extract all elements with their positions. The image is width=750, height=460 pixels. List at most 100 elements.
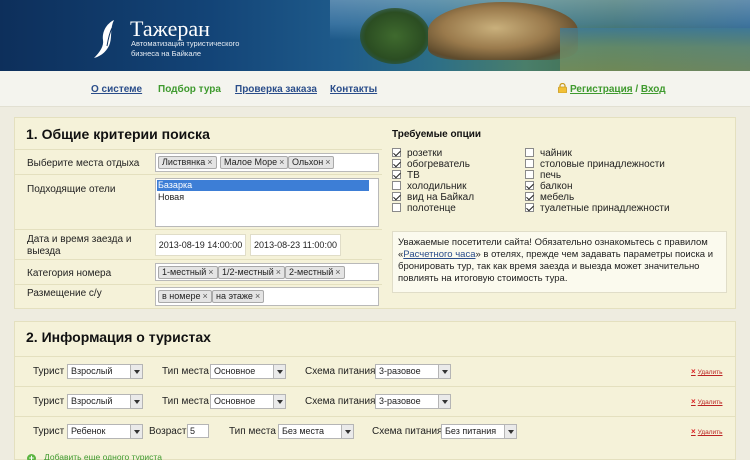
chevron-down-icon[interactable] <box>438 395 450 408</box>
tourist-row: Турист Взрослый Тип места Основное Схема… <box>15 356 735 386</box>
remove-tag-icon[interactable]: × <box>276 267 281 277</box>
places-row: Выберите места отдыха Листвянка × Малое М… <box>15 149 382 174</box>
room-tag: 2-местный × <box>285 266 345 279</box>
option-checkbox[interactable]: ТВ <box>392 170 420 181</box>
checkout-time-link[interactable]: Расчетного часа <box>403 249 475 260</box>
chevron-down-icon[interactable] <box>273 395 285 408</box>
main-nav: О системе Подбор тура Проверка заказа Ко… <box>0 71 750 107</box>
room-category-label: Категория номера <box>27 268 112 279</box>
remove-tag-icon[interactable]: × <box>325 157 330 167</box>
meal-plan-select[interactable]: 3-разовое <box>375 364 451 379</box>
checkbox-icon[interactable] <box>392 148 401 157</box>
option-checkbox[interactable]: полотенце <box>392 203 456 214</box>
checkbox-icon[interactable] <box>392 159 401 168</box>
delete-tourist-link[interactable]: × Удалить <box>691 427 723 436</box>
add-tourist-link[interactable]: + Добавить еще одного туриста <box>27 452 162 460</box>
checkbox-icon[interactable] <box>525 159 534 168</box>
option-checkbox[interactable]: вид на Байкал <box>392 192 474 203</box>
place-tag: Малое Море × <box>220 156 289 169</box>
delete-tourist-link[interactable]: × Удалить <box>691 397 723 406</box>
option-checkbox[interactable]: холодильник <box>392 181 466 192</box>
chevron-down-icon[interactable] <box>341 425 353 438</box>
nav-item-about[interactable]: О системе <box>91 84 142 95</box>
place-type-select[interactable]: Основное <box>210 364 286 379</box>
room-tag: 1-местный × <box>158 266 218 279</box>
nav-item-contacts[interactable]: Контакты <box>330 84 377 95</box>
register-link[interactable]: Регистрация <box>570 84 633 95</box>
option-checkbox[interactable]: мебель <box>525 192 574 203</box>
checkbox-icon[interactable] <box>525 148 534 157</box>
age-input[interactable]: 5 <box>187 424 209 438</box>
search-criteria-panel: 1. Общие критерии поиска Выберите места … <box>14 117 736 309</box>
place-type-select[interactable]: Без места <box>278 424 354 439</box>
room-category-row: Категория номера 1-местный × 1/2-местный ×… <box>15 259 382 284</box>
meal-plan-select[interactable]: Без питания <box>441 424 517 439</box>
placement-tag: на этаже × <box>212 290 265 303</box>
remove-tag-icon[interactable]: × <box>202 291 207 301</box>
remove-tag-icon[interactable]: × <box>208 267 213 277</box>
checkbox-icon[interactable] <box>525 181 534 190</box>
placement-label: Размещение с/у <box>27 288 102 299</box>
tourist-type-select[interactable]: Ребенок <box>67 424 143 439</box>
remove-tag-icon[interactable]: × <box>335 267 340 277</box>
places-multiselect[interactable]: Листвянка × Малое Море × Ольхон × <box>155 153 379 172</box>
chevron-down-icon[interactable] <box>273 365 285 378</box>
close-icon[interactable]: × <box>691 367 696 376</box>
close-icon[interactable]: × <box>691 397 696 406</box>
checkbox-icon[interactable] <box>525 192 534 201</box>
option-checkbox[interactable]: розетки <box>392 148 442 159</box>
chevron-down-icon[interactable] <box>438 365 450 378</box>
close-icon[interactable]: × <box>691 427 696 436</box>
plus-circle-icon[interactable]: + <box>27 454 36 460</box>
remove-tag-icon[interactable]: × <box>207 157 212 167</box>
option-checkbox[interactable]: столовые принадлежности <box>525 159 665 170</box>
tourist-row: Турист Взрослый Тип места Основное Схема… <box>15 386 735 416</box>
place-type-label: Тип места <box>162 396 209 407</box>
checkin-date-input[interactable]: 2013-08-19 14:00:00 <box>155 234 246 256</box>
checkbox-icon[interactable] <box>392 181 401 190</box>
section-2-title: 2. Информация о туристах <box>26 329 211 345</box>
option-checkbox[interactable]: чайник <box>525 148 572 159</box>
checkbox-icon[interactable] <box>392 203 401 212</box>
place-type-select[interactable]: Основное <box>210 394 286 409</box>
hotel-option-selected[interactable]: Базарка <box>157 180 369 191</box>
option-checkbox[interactable]: туалетные принадлежности <box>525 203 670 214</box>
places-label: Выберите места отдыха <box>27 158 140 169</box>
chevron-down-icon[interactable] <box>130 365 142 378</box>
delete-tourist-link[interactable]: × Удалить <box>691 367 723 376</box>
meal-plan-label: Схема питания <box>305 396 376 407</box>
remove-tag-icon[interactable]: × <box>279 157 284 167</box>
nav-item-order-check[interactable]: Проверка заказа <box>235 84 317 95</box>
meal-plan-select[interactable]: 3-разовое <box>375 394 451 409</box>
section-1-title: 1. Общие критерии поиска <box>26 126 210 142</box>
placement-multiselect[interactable]: в номере × на этаже × <box>155 287 379 306</box>
checkbox-icon[interactable] <box>392 170 401 179</box>
hotels-listbox[interactable]: Базарка Новая <box>155 178 379 227</box>
option-checkbox[interactable]: балкон <box>525 181 572 192</box>
dates-row: Дата и время заезда и выезда 2013-08-19 … <box>15 229 382 259</box>
remove-tag-icon[interactable]: × <box>255 291 260 301</box>
dates-label: Дата и время заезда и выезда <box>27 234 132 257</box>
tourist-type-select[interactable]: Взрослый <box>67 364 143 379</box>
site-header: Тажеран Автоматизация туристического биз… <box>0 0 750 71</box>
hotel-option[interactable]: Новая <box>158 192 184 202</box>
options-title: Требуемые опции <box>392 129 482 140</box>
option-checkbox[interactable]: печь <box>525 170 561 181</box>
chevron-down-icon[interactable] <box>504 425 516 438</box>
chevron-down-icon[interactable] <box>130 395 142 408</box>
checkout-date-input[interactable]: 2013-08-23 11:00:00 <box>250 234 341 256</box>
login-link[interactable]: Вход <box>641 84 666 95</box>
chevron-down-icon[interactable] <box>130 425 142 438</box>
checkbox-icon[interactable] <box>392 192 401 201</box>
nav-item-tour-selection[interactable]: Подбор тура <box>158 84 221 95</box>
checkbox-icon[interactable] <box>525 170 534 179</box>
checkout-time-notice: Уважаемые посетители сайта! Обязательно … <box>392 231 727 293</box>
header-rock <box>428 2 578 60</box>
header-shore <box>560 28 750 71</box>
option-checkbox[interactable]: обогреватель <box>392 159 470 170</box>
site-subtitle: Автоматизация туристического бизнеса на … <box>131 39 240 58</box>
hotels-label: Подходящие отели <box>27 184 116 195</box>
tourist-type-select[interactable]: Взрослый <box>67 394 143 409</box>
checkbox-icon[interactable] <box>525 203 534 212</box>
room-category-multiselect[interactable]: 1-местный × 1/2-местный × 2-местный × <box>155 263 379 281</box>
